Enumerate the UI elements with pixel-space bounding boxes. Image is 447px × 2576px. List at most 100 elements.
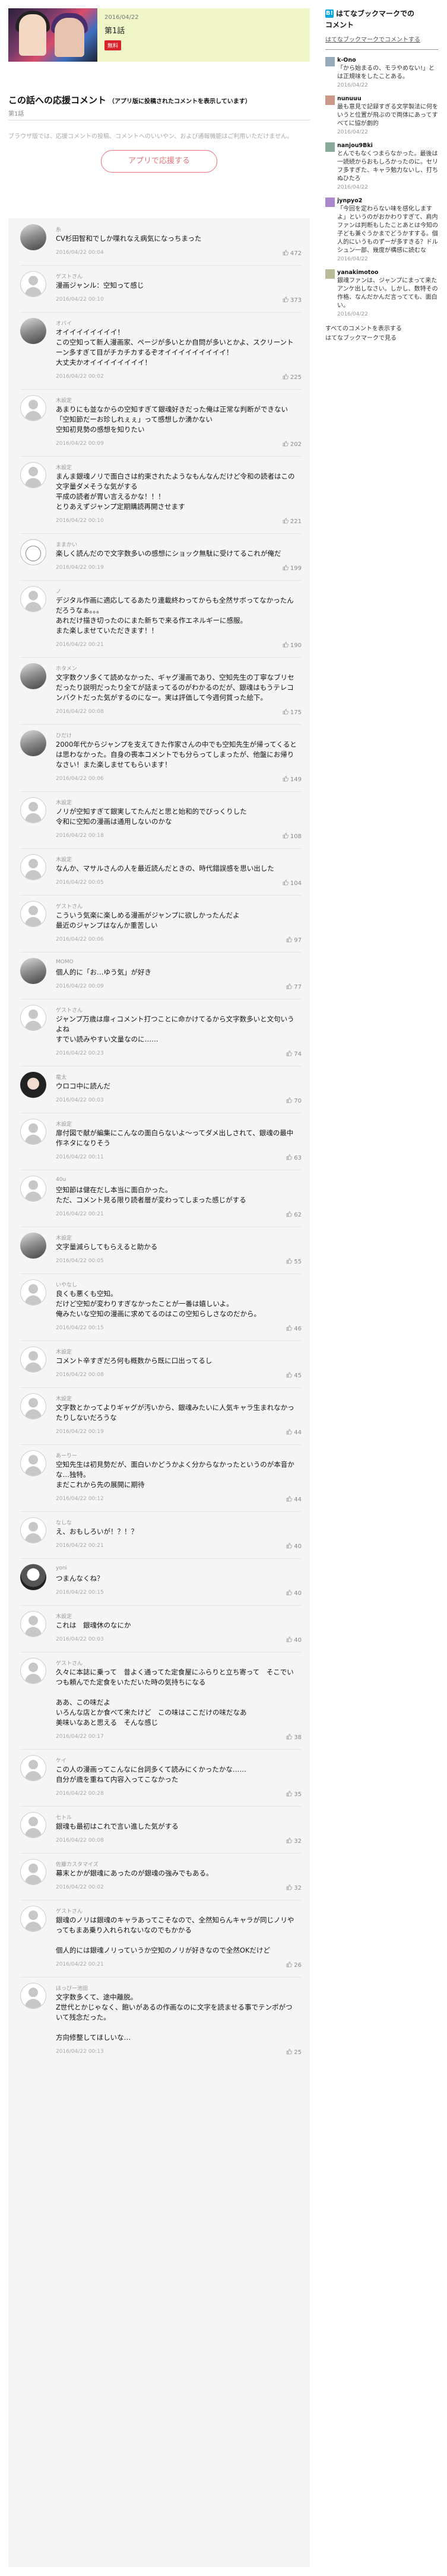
like-button[interactable]: 32 bbox=[286, 1838, 302, 1845]
comment-date: 2016/04/22 00:03 bbox=[56, 1636, 104, 1642]
like-button[interactable]: 38 bbox=[286, 1734, 302, 1741]
like-button[interactable]: 40 bbox=[286, 1543, 302, 1550]
user-avatar[interactable] bbox=[20, 1906, 46, 1932]
user-avatar[interactable] bbox=[20, 1119, 46, 1145]
user-avatar[interactable] bbox=[20, 586, 46, 612]
like-button[interactable]: 225 bbox=[283, 374, 302, 381]
user-avatar[interactable] bbox=[20, 1072, 46, 1098]
user-avatar[interactable] bbox=[20, 224, 46, 250]
like-count: 74 bbox=[294, 1051, 302, 1058]
user-avatar[interactable] bbox=[20, 1176, 46, 1202]
comment-text: この人の漫画ってこんなに台詞多くて読みにくかったかな…… 自分が歳を重ねて内容入… bbox=[56, 1765, 246, 1784]
user-avatar[interactable] bbox=[20, 1611, 46, 1637]
like-button[interactable]: 46 bbox=[286, 1325, 302, 1332]
like-button[interactable]: 40 bbox=[286, 1636, 302, 1644]
bookmark-username[interactable]: nanjou9Bki bbox=[337, 142, 438, 149]
user-avatar[interactable] bbox=[20, 1755, 46, 1781]
comment-username: ゲストさん bbox=[56, 1661, 83, 1667]
comment-item: MOMO 個人的に「お…ゆう気」が好き 2016/04/22 00:09 77 bbox=[8, 952, 310, 999]
user-avatar[interactable] bbox=[20, 1658, 46, 1684]
like-button[interactable]: 149 bbox=[283, 776, 302, 783]
like-button[interactable]: 202 bbox=[283, 441, 302, 448]
like-count: 25 bbox=[294, 2049, 302, 2056]
thumbs-up-icon bbox=[286, 983, 293, 989]
bookmark-username[interactable]: k-Ono bbox=[337, 57, 438, 63]
user-avatar[interactable] bbox=[20, 1450, 46, 1476]
bookmark-user-avatar[interactable] bbox=[325, 95, 335, 105]
like-button[interactable]: 44 bbox=[286, 1429, 302, 1436]
comment-text: 銀魂も最初はこれで言い進した気がする bbox=[56, 1822, 179, 1830]
like-button[interactable]: 55 bbox=[286, 1258, 302, 1265]
user-avatar[interactable] bbox=[20, 395, 46, 421]
like-button[interactable]: 62 bbox=[286, 1211, 302, 1218]
like-button[interactable]: 74 bbox=[286, 1050, 302, 1058]
view-on-hatena-link[interactable]: はてなブックマークで見る bbox=[325, 334, 438, 343]
like-button[interactable]: 104 bbox=[283, 880, 302, 887]
like-button[interactable]: 35 bbox=[286, 1791, 302, 1798]
support-in-app-button[interactable]: アプリで応援する bbox=[101, 150, 217, 173]
bookmark-username[interactable]: nunuuu bbox=[337, 95, 438, 102]
like-button[interactable]: 25 bbox=[286, 2049, 302, 2056]
bookmark-date: 2016/04/22 bbox=[337, 311, 368, 317]
bookmark-user-avatar[interactable] bbox=[325, 57, 335, 66]
user-avatar[interactable] bbox=[20, 318, 46, 344]
like-button[interactable]: 175 bbox=[283, 709, 302, 716]
user-avatar[interactable] bbox=[20, 901, 46, 927]
user-avatar[interactable] bbox=[20, 539, 46, 565]
like-button[interactable]: 77 bbox=[286, 983, 302, 991]
comment-item: 木設定 扉付図で献が編集にこんなの面白らないよ〜ってダメ出しされて、銀魂の最中作ネ… bbox=[8, 1113, 310, 1170]
like-button[interactable]: 40 bbox=[286, 1590, 302, 1597]
like-count: 225 bbox=[290, 374, 302, 381]
user-avatar[interactable] bbox=[20, 1859, 46, 1885]
hatena-comment-link[interactable]: はてなブックマークでコメントする bbox=[325, 34, 438, 43]
like-button[interactable]: 221 bbox=[283, 518, 302, 525]
comment-item: 木設定 これは 銀魂休のなにか 2016/04/22 00:03 40 bbox=[8, 1605, 310, 1652]
comment-item: 木設定 なんか、マサルさんの人を最近読んだときの、時代錯誤感を思い出した 2016/… bbox=[8, 848, 310, 895]
like-button[interactable]: 108 bbox=[283, 833, 302, 840]
user-avatar[interactable] bbox=[20, 797, 46, 823]
user-avatar[interactable] bbox=[20, 1279, 46, 1305]
comment-item: 糸 CV杉田智和でしか喋れなえ病気になっちまった 2016/04/22 00:04 4… bbox=[8, 218, 310, 265]
bookmark-user-avatar[interactable] bbox=[325, 269, 335, 279]
user-avatar[interactable] bbox=[20, 1564, 46, 1590]
user-avatar[interactable] bbox=[20, 462, 46, 488]
like-button[interactable]: 26 bbox=[286, 1962, 302, 1969]
episode-card[interactable]: 2016/04/22 第1話 無料 bbox=[8, 8, 310, 62]
user-avatar[interactable] bbox=[20, 1005, 46, 1031]
bookmark-username[interactable]: yanakimotoo bbox=[337, 269, 438, 276]
user-avatar[interactable] bbox=[20, 1983, 46, 2009]
comment-username: 木設定 bbox=[56, 1614, 72, 1620]
user-avatar[interactable] bbox=[20, 1346, 46, 1373]
user-avatar[interactable] bbox=[20, 1812, 46, 1838]
user-avatar[interactable] bbox=[20, 1393, 46, 1419]
comment-text: 良くも悪くも空知。 だけど空知が変わりすぎなかったことが一番は嬉しいよ。 俺みた… bbox=[56, 1289, 261, 1318]
user-avatar[interactable] bbox=[20, 663, 46, 689]
comment-text: ウロコ中に読んだ bbox=[56, 1082, 110, 1090]
user-avatar[interactable] bbox=[20, 271, 46, 297]
user-avatar[interactable] bbox=[20, 1517, 46, 1543]
like-button[interactable]: 472 bbox=[283, 250, 302, 257]
comment-date: 2016/04/22 00:10 bbox=[56, 518, 104, 524]
like-button[interactable]: 199 bbox=[283, 565, 302, 572]
like-button[interactable]: 44 bbox=[286, 1496, 302, 1503]
comment-item: なしな え、おもしろいが！？！？ 2016/04/22 00:21 40 bbox=[8, 1511, 310, 1558]
user-avatar[interactable] bbox=[20, 730, 46, 756]
like-button[interactable]: 63 bbox=[286, 1154, 302, 1161]
bookmark-username[interactable]: jynpyo2 bbox=[337, 198, 438, 204]
like-button[interactable]: 373 bbox=[283, 297, 302, 304]
like-count: 40 bbox=[294, 1543, 302, 1550]
like-button[interactable]: 45 bbox=[286, 1372, 302, 1379]
like-button[interactable]: 70 bbox=[286, 1097, 302, 1104]
user-avatar[interactable] bbox=[20, 958, 46, 984]
like-button[interactable]: 97 bbox=[286, 937, 302, 944]
bookmark-user-avatar[interactable] bbox=[325, 142, 335, 152]
free-badge: 無料 bbox=[104, 40, 122, 50]
comment-username: 七トル bbox=[56, 1815, 72, 1821]
bookmark-user-avatar[interactable] bbox=[325, 198, 335, 207]
like-button[interactable]: 190 bbox=[283, 642, 302, 649]
like-button[interactable]: 32 bbox=[286, 1884, 302, 1892]
user-avatar[interactable] bbox=[20, 1233, 46, 1259]
user-avatar[interactable] bbox=[20, 854, 46, 880]
thumbs-up-icon bbox=[286, 1429, 293, 1435]
show-all-comments-link[interactable]: すべてのコメントを表示する bbox=[325, 324, 438, 334]
